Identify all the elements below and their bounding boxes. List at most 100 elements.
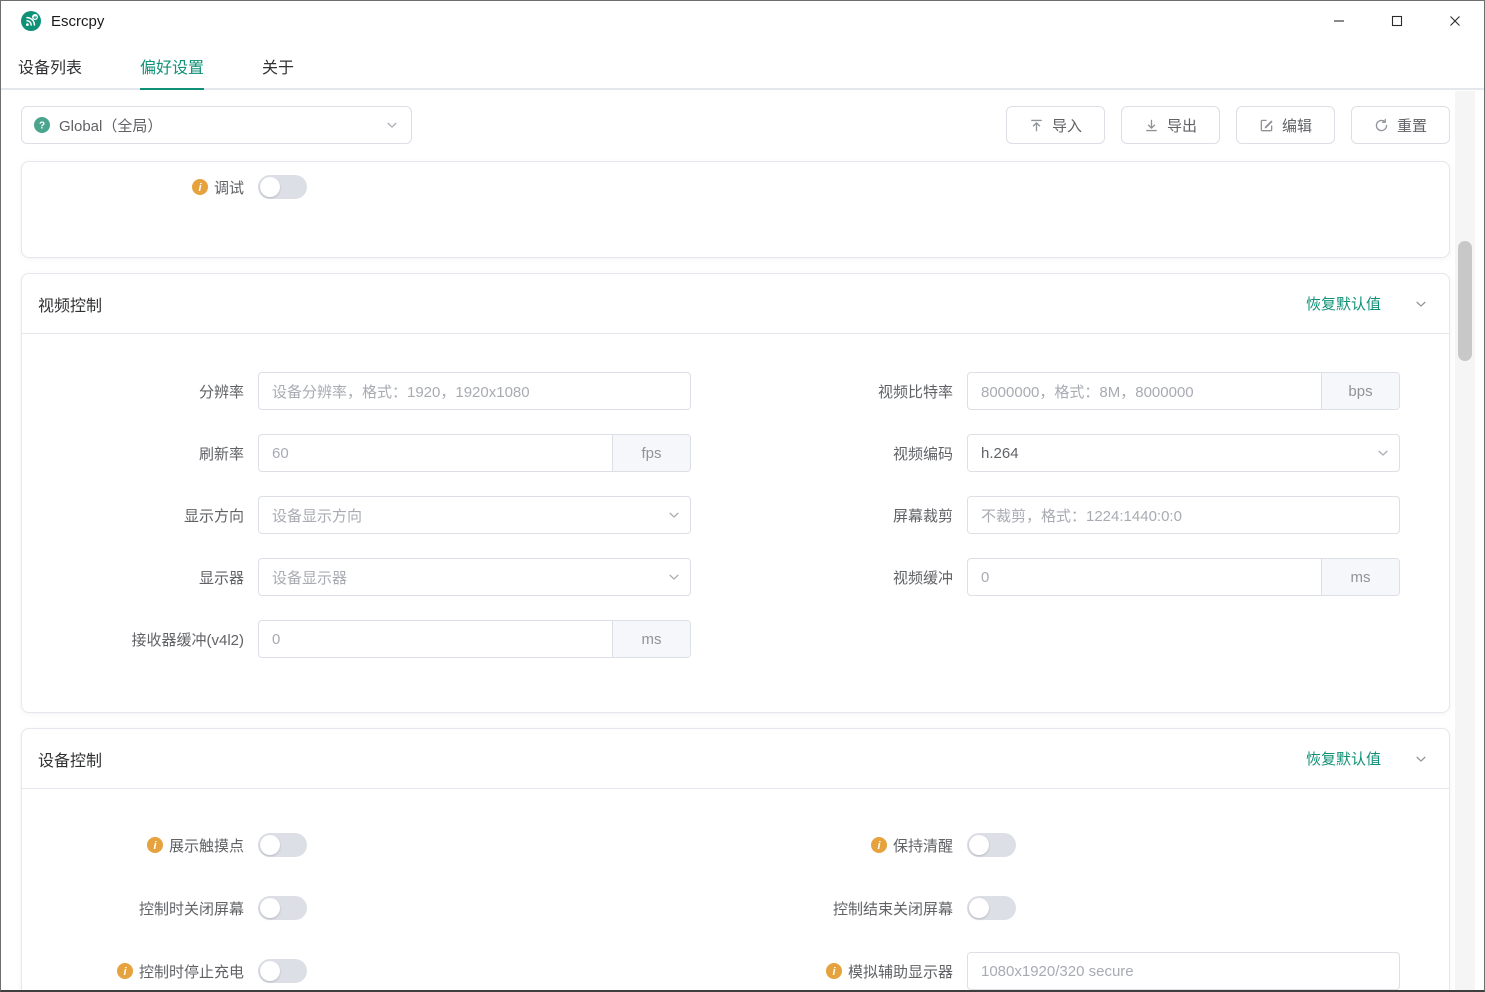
select-input[interactable]: 设备显示器 <box>258 558 691 596</box>
input-unit-suffix: ms <box>1321 559 1399 595</box>
input-field: 设备分辨率，格式：1920，1920x1080 <box>258 372 691 410</box>
toggle-switch[interactable] <box>967 833 1016 857</box>
maximize-icon <box>1390 14 1404 28</box>
form-row: 控制结束关闭屏幕 <box>731 896 1414 920</box>
toggle-switch[interactable] <box>258 896 307 920</box>
tab-1[interactable]: 偏好设置 <box>111 41 233 90</box>
debug-row: i 调试 <box>22 175 1449 199</box>
info-icon: i <box>826 963 842 979</box>
device-control-body: i展示触摸点控制时关闭屏幕i控制时停止充电i保持清醒控制结束关闭屏幕i模拟辅助显… <box>22 789 1449 992</box>
field-label: 屏幕裁剪 <box>893 505 953 526</box>
form-column-right: i保持清醒控制结束关闭屏幕 i 模拟辅助显示器 1080x1920/320 secur… <box>731 833 1414 992</box>
scope-select[interactable]: ? Global（全局） <box>21 106 412 144</box>
info-icon: i <box>871 837 887 853</box>
field-label-box: 刷新率 <box>22 443 258 464</box>
field-label-box: 控制结束关闭屏幕 <box>731 898 967 919</box>
form-row: 接收器缓冲(v4l2) 0ms <box>22 620 705 658</box>
input-field: 不裁剪，格式：1224:1440:0:0 <box>967 496 1400 534</box>
toggle-switch[interactable] <box>967 896 1016 920</box>
device-control-header[interactable]: 设备控制 恢复默认值 <box>22 729 1449 789</box>
chevron-down-icon <box>658 559 690 595</box>
restore-defaults-link[interactable]: 恢复默认值 <box>1306 293 1381 314</box>
chevron-down-icon <box>385 118 399 132</box>
video-control-header[interactable]: 视频控制 恢复默认值 <box>22 274 1449 334</box>
input-placeholder: 0 <box>259 621 612 657</box>
tabbar: 设备列表 偏好设置 关于 <box>1 41 1484 90</box>
field-label: 控制时关闭屏幕 <box>139 898 244 919</box>
toolbar-button-label: 重置 <box>1397 115 1427 136</box>
field-label: 视频比特率 <box>878 381 953 402</box>
form-row: i控制时停止充电 <box>22 959 705 983</box>
field-label: 视频编码 <box>893 443 953 464</box>
text-input[interactable]: 8000000，格式：8M，8000000bps <box>967 372 1400 410</box>
field-label-box: i展示触摸点 <box>22 835 258 856</box>
toggle-switch[interactable] <box>258 833 307 857</box>
debug-toggle-switch[interactable] <box>258 175 307 199</box>
chevron-down-icon[interactable] <box>1414 752 1428 766</box>
maximize-button[interactable] <box>1368 1 1426 41</box>
text-input[interactable]: 1080x1920/320 secure <box>967 952 1400 990</box>
field-label: 显示器 <box>199 567 244 588</box>
field-label: 控制结束关闭屏幕 <box>833 898 953 919</box>
input-unit-suffix: ms <box>612 621 690 657</box>
text-input[interactable]: 60fps <box>258 434 691 472</box>
text-input[interactable]: 不裁剪，格式：1224:1440:0:0 <box>967 496 1400 534</box>
form-row: 视频比特率 8000000，格式：8M，8000000bps <box>731 372 1414 410</box>
close-icon <box>1448 14 1462 28</box>
toolbar-button-3[interactable]: 重置 <box>1351 106 1450 144</box>
debug-label: 调试 <box>214 177 244 198</box>
text-input[interactable]: 0ms <box>258 620 691 658</box>
field-label: 接收器缓冲(v4l2) <box>131 629 244 650</box>
refresh-icon <box>1374 118 1389 133</box>
form-row: i展示触摸点 <box>22 833 705 857</box>
video-control-section: 视频控制 恢复默认值 分辨率设备分辨率，格式：1920，1920x1080 刷新率… <box>21 273 1450 713</box>
toolbar-button-2[interactable]: 编辑 <box>1236 106 1335 144</box>
toggle-switch[interactable] <box>258 959 307 983</box>
escrcpy-window: Escrcpy 设备列表 偏好设置 关于 ? Global（全局） 导入导出编辑 重置… <box>0 0 1485 992</box>
field-label: 显示方向 <box>184 505 244 526</box>
close-button[interactable] <box>1426 1 1484 41</box>
section-title: 视频控制 <box>38 292 102 316</box>
field-label: 刷新率 <box>199 443 244 464</box>
select-field: 设备显示器 <box>258 558 691 596</box>
form-row: 分辨率设备分辨率，格式：1920，1920x1080 <box>22 372 705 410</box>
input-field: 0ms <box>258 620 691 658</box>
field-label-box: i保持清醒 <box>731 835 967 856</box>
select-input[interactable]: h.264 <box>967 434 1400 472</box>
info-icon: i <box>192 179 208 195</box>
toolbar-button-1[interactable]: 导出 <box>1121 106 1220 144</box>
upload-icon <box>1029 118 1044 133</box>
edit-icon <box>1259 118 1274 133</box>
scrollbar-thumb[interactable] <box>1458 241 1472 361</box>
text-input[interactable]: 0ms <box>967 558 1400 596</box>
select-input[interactable]: 设备显示方向 <box>258 496 691 534</box>
field-label: 展示触摸点 <box>169 835 244 856</box>
input-field: 1080x1920/320 secure <box>967 952 1400 990</box>
chevron-down-icon <box>658 497 690 533</box>
tab-0[interactable]: 设备列表 <box>18 41 111 90</box>
tab-2[interactable]: 关于 <box>233 41 323 90</box>
tab-label: 偏好设置 <box>140 54 204 78</box>
toolbar: ? Global（全局） 导入导出编辑 重置 <box>21 106 1450 144</box>
minimize-button[interactable] <box>1310 1 1368 41</box>
field-label-box: 分辨率 <box>22 381 258 402</box>
field-label: 分辨率 <box>199 381 244 402</box>
restore-defaults-link[interactable]: 恢复默认值 <box>1306 748 1381 769</box>
field-label-box: 接收器缓冲(v4l2) <box>22 629 258 650</box>
field-label-box: 显示方向 <box>22 505 258 526</box>
form-row: i 模拟辅助显示器 1080x1920/320 secure <box>731 952 1414 990</box>
text-input[interactable]: 设备分辨率，格式：1920，1920x1080 <box>258 372 691 410</box>
toolbar-buttons: 导入导出编辑 重置 <box>1006 106 1450 144</box>
form-row: 视频编码 h.264 <box>731 434 1414 472</box>
field-label: 模拟辅助显示器 <box>848 961 953 982</box>
titlebar: Escrcpy <box>1 1 1484 41</box>
chevron-down-icon[interactable] <box>1414 297 1428 311</box>
form-column-right: 视频比特率 8000000，格式：8M，8000000bps 视频编码 h.264 屏幕… <box>731 372 1414 682</box>
scrollbar-track[interactable] <box>1455 91 1475 990</box>
toolbar-button-0[interactable]: 导入 <box>1006 106 1105 144</box>
form-column-left: i展示触摸点控制时关闭屏幕i控制时停止充电 <box>22 833 705 992</box>
form-row: 视频缓冲 0ms <box>731 558 1414 596</box>
info-icon: i <box>117 963 133 979</box>
select-field: 设备显示方向 <box>258 496 691 534</box>
field-label: 视频缓冲 <box>893 567 953 588</box>
